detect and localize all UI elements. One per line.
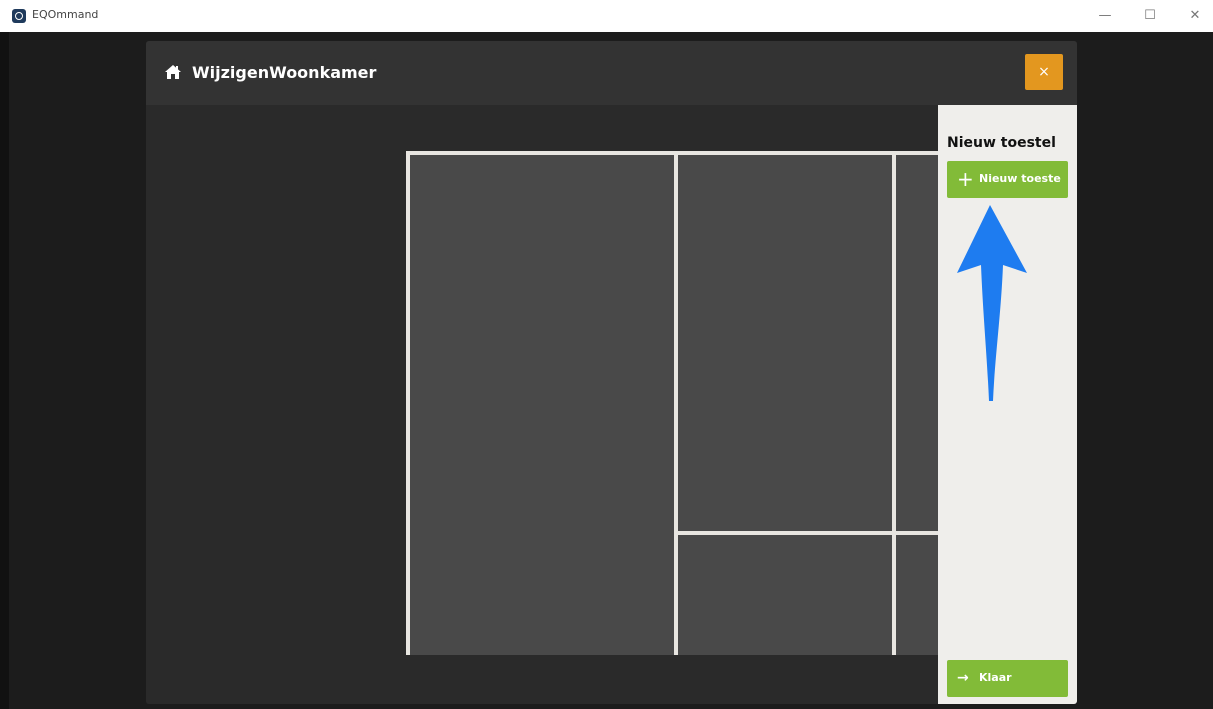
done-label: Klaar — [979, 671, 1012, 684]
room-zone[interactable] — [410, 155, 674, 655]
new-device-button[interactable]: + Nieuw toeste — [947, 161, 1068, 198]
dialog-header: WijzigenWoonkamer × — [146, 41, 1077, 105]
annotation-arrow-icon — [957, 205, 1027, 401]
window-title-bar: EQOmmand — ☐ ✕ — [0, 0, 1213, 32]
room-zone[interactable] — [678, 155, 892, 531]
home-icon — [165, 65, 181, 79]
maximize-button[interactable]: ☐ — [1138, 6, 1162, 26]
dialog-title: WijzigenWoonkamer — [192, 63, 377, 82]
panel-title: Nieuw toestel — [947, 135, 1056, 151]
plus-icon: + — [957, 167, 974, 191]
done-button[interactable]: → Klaar — [947, 660, 1068, 697]
room-zone[interactable] — [678, 535, 892, 655]
left-edge — [0, 32, 9, 709]
minimize-button[interactable]: — — [1093, 6, 1117, 26]
new-device-label: Nieuw toeste — [979, 172, 1061, 185]
room-canvas — [146, 105, 946, 704]
window-close-button[interactable]: ✕ — [1183, 6, 1207, 26]
app-logo-icon — [12, 9, 26, 23]
floor-plan — [406, 151, 946, 655]
arrow-right-icon: → — [957, 670, 969, 686]
edit-room-dialog: WijzigenWoonkamer × Nieuw toestel + Nieu… — [146, 41, 1077, 704]
dialog-close-button[interactable]: × — [1025, 54, 1063, 90]
app-title: EQOmmand — [32, 8, 99, 21]
